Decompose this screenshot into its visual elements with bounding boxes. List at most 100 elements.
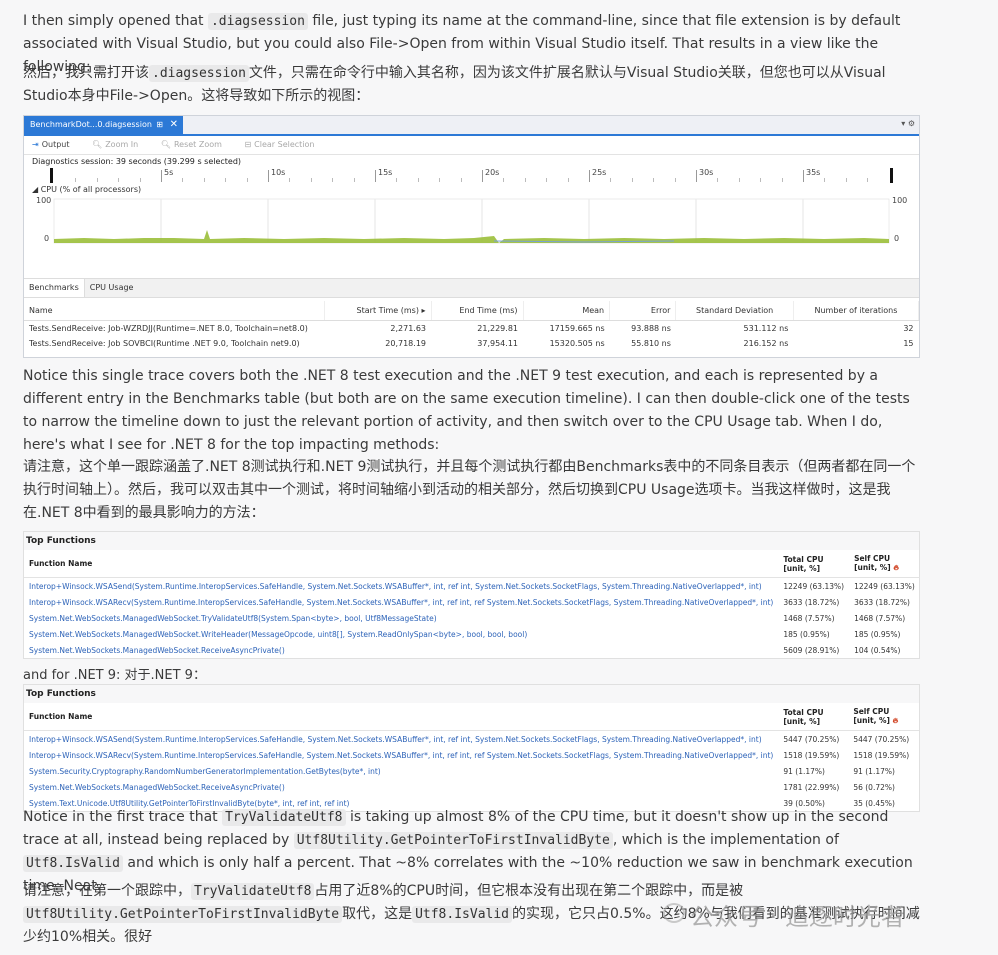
ruler-tick [803,170,804,182]
reset-zoom-button[interactable]: 🔍︎ Reset Zoom [161,140,232,149]
ruler-tick [589,170,590,182]
ruler-minor-tick [546,178,548,182]
col-total-cpu[interactable]: Total CPU [unit, %] [778,703,849,731]
inline-code: Utf8.IsValid [23,855,123,872]
ruler-minor-tick [760,178,762,182]
inline-code: Utf8.IsValid [412,906,512,923]
ruler-minor-tick [289,178,291,182]
table-row[interactable]: Tests.SendReceive: Job SOVBCI(Runtime .N… [24,336,919,351]
benchmarks-table: Name Start Time (ms) ▸ End Time (ms) Mea… [24,301,919,351]
vs-diagsession-screenshot: BenchmarkDot...0.diagsession ⊞ ✕ ▾ ⚙ ⇥ Ou… [23,115,920,358]
inline-code: .diagsession [207,13,308,30]
ruler-minor-tick [139,178,141,182]
ruler-minor-tick [225,178,227,182]
ruler-minor-tick [845,178,847,182]
session-summary: Diagnostics session: 39 seconds (39.299 … [32,157,242,166]
cpu-usage-plot [53,198,890,244]
ruler-label: 20s [485,168,500,177]
inline-code: TryValidateUtf8 [191,883,315,900]
ruler-minor-tick [717,178,719,182]
col-std-dev[interactable]: Standard Deviation [675,301,794,321]
col-total-cpu[interactable]: Total CPU [unit, %] [778,550,850,578]
ruler-minor-tick [567,178,569,182]
close-icon[interactable]: ✕ [170,116,178,134]
ruler-label: 5s [164,168,174,177]
ruler-minor-tick [460,178,462,182]
col-iterations[interactable]: Number of iterations [793,301,919,321]
ruler-label: 30s [699,168,714,177]
table-header-row: Function Name Total CPU [unit, %] Self C… [24,550,920,578]
col-function-name[interactable]: Function Name [24,703,779,731]
diag-toolbar: ⇥ Output 🔍︎ Zoom In 🔍︎ Reset Zoom ⊟ Clear Se… [24,136,919,155]
inline-code: TryValidateUtf8 [222,809,346,826]
ruler-minor-tick [610,178,612,182]
ruler-minor-tick [653,178,655,182]
paragraph-notice: Notice this single trace covers both the… [23,368,910,453]
top-functions-net9: Top Functions Function Name Total CPU [u… [23,684,920,812]
top-functions-table: Function Name Total CPU [unit, %] Self C… [24,550,920,658]
top-functions-table: Function Name Total CPU [unit, %] Self C… [24,703,919,811]
col-error[interactable]: Error [609,301,677,321]
ruler-minor-tick [631,178,633,182]
table-row[interactable]: System.Net.WebSockets.ManagedWebSocket.T… [24,610,920,626]
clear-selection-icon: ⊟ [244,140,252,149]
clear-selection-button[interactable]: ⊟ Clear Selection [244,140,324,149]
ruler-minor-tick [417,178,419,182]
ruler-minor-tick [503,178,505,182]
tab-cpu-usage[interactable]: CPU Usage [85,279,139,297]
col-self-cpu[interactable]: Self CPU [unit, %] 🔥︎ [849,550,920,578]
document-tab[interactable]: BenchmarkDot...0.diagsession ⊞ ✕ [24,116,183,134]
ruler-minor-tick [310,178,312,182]
tab-benchmarks[interactable]: Benchmarks [24,279,85,297]
selection-start-handle[interactable] [50,168,53,183]
ruler-minor-tick [118,178,120,182]
table-row[interactable]: Tests.SendReceive: Job-WZRDJJ(Runtime=.N… [24,321,919,337]
ruler-minor-tick [203,178,205,182]
ruler-tick [268,170,269,182]
ruler-minor-tick [332,178,334,182]
tab-menu-icon[interactable]: ▾ ⚙ [901,119,915,128]
col-mean[interactable]: Mean [523,301,611,321]
paragraph-notice-cn: 请注意，这个单一跟踪涵盖了.NET 8测试执行和.NET 9测试执行，并且每个测… [23,459,916,521]
table-row[interactable]: System.Net.WebSockets.ManagedWebSocket.R… [24,779,919,795]
cpu-graph[interactable]: 100 0 100 0 [24,196,919,250]
top-functions-net8: Top Functions Function Name Total CPU [u… [23,531,920,659]
ruler-minor-tick [738,178,740,182]
ruler-label: 25s [592,168,607,177]
timeline-ruler[interactable]: 5s 10s 15s 20s 25s 30s 35s [32,168,911,184]
col-start-time[interactable]: Start Time (ms) ▸ [324,301,432,321]
zoom-icon: 🔍︎ [160,140,171,149]
table-row[interactable]: System.Security.Cryptography.RandomNumbe… [24,763,919,779]
pin-icon[interactable]: ⊞ [156,116,163,134]
table-row[interactable]: Interop+Winsock.WSASend(System.Runtime.I… [24,578,920,595]
flame-icon: 🔥︎ [892,716,899,725]
zoom-in-button[interactable]: 🔍︎ Zoom In [92,140,148,149]
table-header-row: Name Start Time (ms) ▸ End Time (ms) Mea… [24,301,919,321]
ruler-label: 10s [271,168,286,177]
table-row[interactable]: Interop+Winsock.WSARecv(System.Runtime.I… [24,594,920,610]
ruler-minor-tick [246,178,248,182]
bench-tab-strip: Benchmarks CPU Usage [24,278,919,298]
ruler-minor-tick [75,178,77,182]
ruler-minor-tick [524,178,526,182]
watermark: 公众号 · 追逐时光者 [690,903,905,931]
inline-code: .diagsession [149,65,249,82]
col-function-name[interactable]: Function Name [24,550,779,578]
ruler-tick [375,170,376,182]
table-row[interactable]: Interop+Winsock.WSARecv(System.Runtime.I… [24,747,919,763]
ruler-label: 15s [378,168,393,177]
col-self-cpu[interactable]: Self CPU [unit, %] 🔥︎ [848,703,919,731]
output-button[interactable]: ⇥ Output [32,140,80,149]
table-row[interactable]: Interop+Winsock.WSASend(System.Runtime.I… [24,731,919,748]
table-row[interactable]: System.Net.WebSockets.ManagedWebSocket.R… [24,642,920,658]
ruler-minor-tick [674,178,676,182]
paragraph-intro-cn: 然后，我只需打开该 .diagsession 文件，只需在命令行中输入其名称，因为该… [23,65,886,104]
ruler-minor-tick [353,178,355,182]
ruler-minor-tick [867,178,869,182]
selection-end-handle[interactable] [890,168,893,183]
ruler-minor-tick [781,178,783,182]
table-row[interactable]: System.Net.WebSockets.ManagedWebSocket.W… [24,626,920,642]
col-name[interactable]: Name [24,301,325,321]
col-end-time[interactable]: End Time (ms) [431,301,524,321]
ruler-minor-tick [96,178,98,182]
